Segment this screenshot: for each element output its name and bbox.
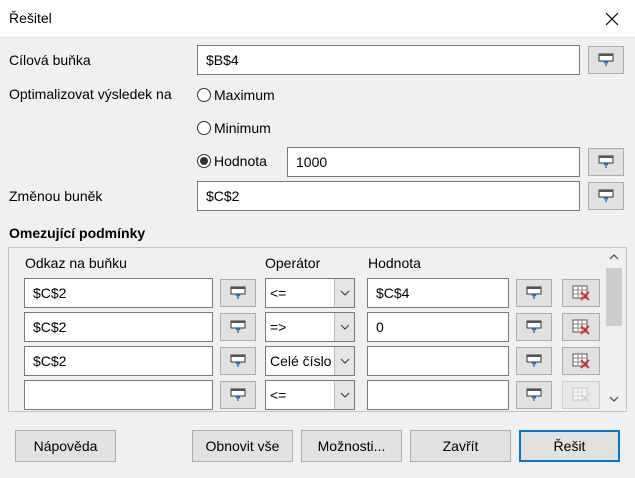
constraint-operator-2[interactable]: => [265,312,355,342]
constraint-cell-ref-shrink-2[interactable] [220,313,256,341]
constraint-value-shrink-3[interactable] [516,347,552,375]
shrink-icon [526,354,542,367]
changing-cells-field[interactable]: $C$2 [197,181,580,211]
close-icon [605,12,619,26]
header-operator: Operátor [265,255,321,271]
radio-value[interactable] [197,154,211,168]
radio-maximum-label: Maximum [214,87,275,103]
constraint-delete-1[interactable] [562,279,600,307]
solve-button[interactable]: Řešit [519,430,620,462]
title-bar: Řešitel [0,0,635,38]
constraint-cell-ref-shrink-3[interactable] [220,347,256,375]
shrink-icon [598,189,614,202]
shrink-icon [526,320,542,333]
constraint-operator-3[interactable]: Celé číslo [265,346,355,376]
shrink-icon [598,53,614,66]
shrink-icon [230,286,246,299]
constraint-value-shrink-4[interactable] [516,381,552,409]
radio-minimum-label: Minimum [214,120,271,136]
operator-value: <= [270,387,287,403]
constraint-delete-4 [562,381,600,409]
constraint-value-3[interactable] [367,346,509,376]
changing-cells-shrink-button[interactable] [588,182,624,210]
close-button[interactable]: Zavřít [410,430,511,462]
target-cell-label: Cílová buňka [9,52,91,68]
target-value-field[interactable]: 1000 [287,147,580,177]
help-button[interactable]: Nápověda [15,430,116,462]
scroll-up-icon[interactable] [609,254,619,260]
constraint-value-shrink-1[interactable] [516,279,552,307]
delete-row-icon [572,319,590,335]
constraint-value-1[interactable]: $C$4 [367,278,509,308]
constraint-value-4[interactable] [367,380,509,410]
target-cell-shrink-button[interactable] [588,46,624,74]
target-cell-field[interactable]: $B$4 [197,45,580,75]
shrink-icon [526,286,542,299]
constraint-cell-ref-shrink-4[interactable] [220,381,256,409]
reset-all-button[interactable]: Obnovit vše [192,430,293,462]
close-window-button[interactable] [589,0,635,38]
chevron-down-icon [334,279,354,307]
constraint-value-shrink-2[interactable] [516,313,552,341]
delete-row-icon [572,285,590,301]
window-title: Řešitel [9,10,52,26]
optimize-label: Optimalizovat výsledek na [9,86,172,102]
changing-cells-label: Změnou buněk [9,188,103,204]
constraint-cell-ref-1[interactable]: $C$2 [24,278,213,308]
options-button[interactable]: Možnosti... [301,430,402,462]
constraints-title: Omezující podmínky [9,225,146,241]
constraint-value-2[interactable]: 0 [367,312,509,342]
shrink-icon [598,155,614,168]
constraint-operator-4[interactable]: <= [265,380,355,410]
delete-row-icon [572,353,590,369]
target-value-shrink-button[interactable] [588,148,624,176]
chevron-down-icon [334,347,354,375]
shrink-icon [230,354,246,367]
constraint-delete-2[interactable] [562,313,600,341]
radio-value-label: Hodnota [214,153,267,169]
constraint-operator-1[interactable]: <= [265,278,355,308]
header-value: Hodnota [368,255,421,271]
constraints-scrollbar[interactable] [605,250,623,410]
constraint-cell-ref-2[interactable]: $C$2 [24,312,213,342]
shrink-icon [230,388,246,401]
constraint-delete-3[interactable] [562,347,600,375]
constraint-cell-ref-4[interactable] [24,380,213,410]
chevron-down-icon [334,313,354,341]
operator-value: <= [270,285,287,301]
constraint-cell-ref-shrink-1[interactable] [220,279,256,307]
delete-row-icon [572,387,590,403]
scrollbar-thumb[interactable] [606,268,622,326]
operator-value: => [270,319,287,335]
chevron-down-icon [334,381,354,409]
shrink-icon [526,388,542,401]
radio-maximum[interactable] [197,88,211,102]
operator-value: Celé číslo [270,353,332,369]
shrink-icon [230,320,246,333]
constraint-cell-ref-3[interactable]: $C$2 [24,346,213,376]
scroll-down-icon[interactable] [609,396,619,402]
header-cell-ref: Odkaz na buňku [25,255,127,271]
radio-minimum[interactable] [197,121,211,135]
